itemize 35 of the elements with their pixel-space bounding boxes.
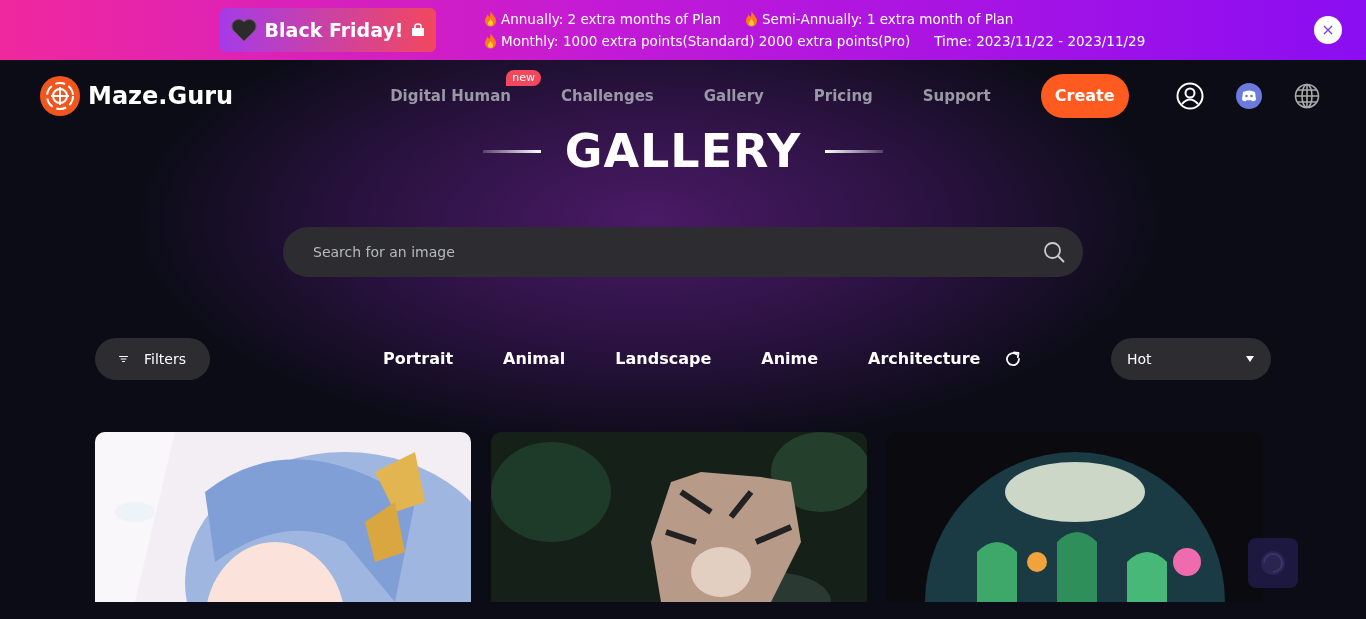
- refresh-icon[interactable]: [1004, 350, 1023, 368]
- user-icon[interactable]: [1175, 82, 1204, 110]
- filters-button[interactable]: Filters: [95, 338, 210, 380]
- new-badge: new: [506, 70, 541, 86]
- nav-link[interactable]: Gallery: [703, 87, 764, 105]
- logo-text[interactable]: Maze.Guru: [88, 78, 234, 114]
- filter-icon: [119, 353, 129, 365]
- category-tab[interactable]: Portrait: [383, 347, 454, 371]
- promo-dates: Time: 2023/11/22 - 2023/11/29: [934, 32, 1146, 51]
- close-icon: [1323, 25, 1333, 35]
- promo-text: Annually: 2 extra months of Plan: [501, 10, 722, 29]
- flame-icon: [745, 11, 759, 27]
- caret-icon: [1245, 355, 1255, 363]
- chat-icon[interactable]: [1235, 83, 1262, 109]
- flame-icon: [484, 33, 497, 49]
- search-field[interactable]: Search for an image: [283, 227, 1083, 277]
- promo-text: Semi-Annually: 1 extra month of Plan: [762, 10, 1014, 29]
- logo-icon[interactable]: [40, 76, 80, 116]
- promo-text: Monthly: 1000 extra points(Standard) 2000 extra points(Pro): [501, 32, 911, 51]
- nav-link[interactable]: Support: [922, 87, 991, 105]
- page-title: GALLERY: [564, 128, 802, 174]
- category-tab[interactable]: Architecture: [868, 347, 981, 371]
- nav-link[interactable]: Pricing: [813, 87, 873, 105]
- search-icon[interactable]: [1043, 241, 1065, 263]
- heart-icon: [230, 18, 257, 42]
- close-button[interactable]: [1314, 16, 1342, 44]
- sort-dropdown[interactable]: Hot: [1111, 338, 1271, 380]
- category-tab[interactable]: Anime: [761, 347, 819, 371]
- category-tab[interactable]: Animal: [503, 347, 566, 371]
- nav-link[interactable]: Challenges: [560, 87, 654, 105]
- banner-title: Black Friday!: [264, 17, 404, 43]
- globe-icon[interactable]: [1293, 83, 1320, 109]
- flame-icon: [484, 11, 497, 27]
- nav-link[interactable]: Digital Human: [390, 87, 511, 105]
- category-tab[interactable]: Landscape: [615, 347, 712, 371]
